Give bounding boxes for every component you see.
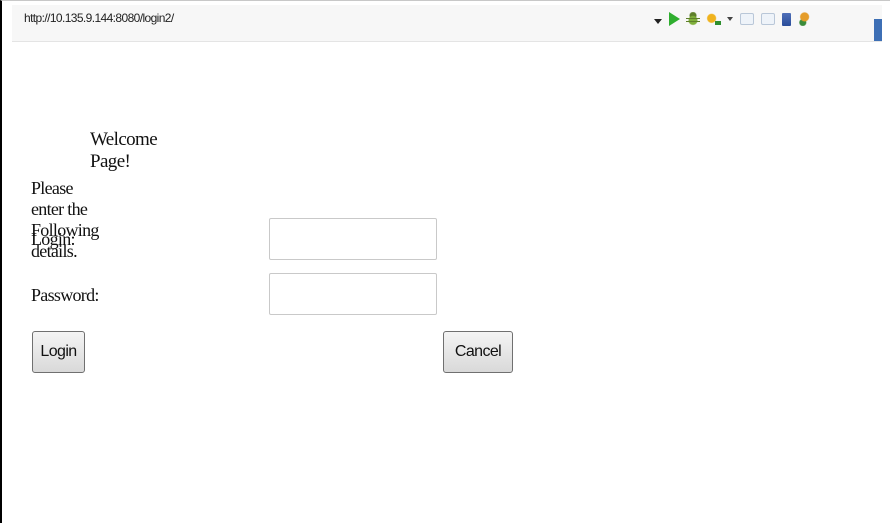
run-icon[interactable] (669, 12, 680, 26)
gears-icon[interactable] (798, 12, 810, 26)
debug-icon[interactable] (686, 12, 700, 26)
login-label: Login: (31, 229, 76, 249)
edge-tab[interactable] (874, 19, 882, 41)
dropdown-caret-icon[interactable] (654, 18, 662, 24)
address-bar[interactable]: http://10.135.9.144:8080/login2/ (12, 5, 882, 42)
url-text[interactable]: http://10.135.9.144:8080/login2/ (24, 11, 174, 25)
page-title: Welcome Page! (90, 129, 158, 172)
external-tools-icon[interactable] (706, 12, 721, 26)
password-label: Password: (31, 285, 99, 305)
back-arrow-icon[interactable] (740, 13, 754, 25)
forward-arrow-icon[interactable] (761, 13, 775, 25)
toolbar (654, 8, 810, 30)
cancel-button[interactable]: Cancel (443, 331, 513, 373)
password-input[interactable] (269, 273, 437, 315)
login-button[interactable]: Login (32, 331, 85, 373)
document-icon[interactable] (782, 12, 791, 26)
small-caret-icon[interactable] (727, 17, 733, 21)
login-input[interactable] (269, 218, 437, 260)
browser-window: http://10.135.9.144:8080/login2/ Welcome… (0, 0, 890, 523)
